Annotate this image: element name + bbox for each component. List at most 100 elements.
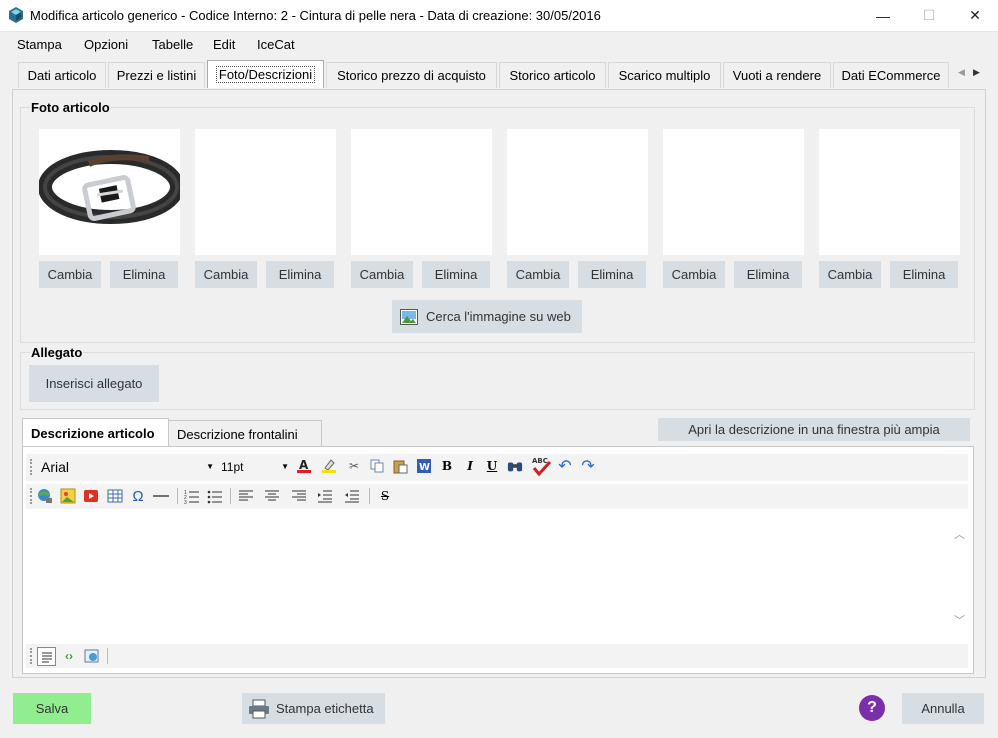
change-photo-6-button[interactable]: Cambia xyxy=(819,261,881,288)
unordered-list-icon[interactable] xyxy=(207,488,223,504)
ordered-list-icon[interactable]: 123 xyxy=(184,488,200,504)
chevron-down-icon: ▼ xyxy=(206,462,214,471)
minimize-button[interactable]: — xyxy=(860,0,906,31)
attachment-group xyxy=(20,352,975,410)
photo-slot-6[interactable] xyxy=(819,129,960,255)
underline-icon[interactable]: U xyxy=(484,458,500,474)
insert-link-icon[interactable] xyxy=(37,488,53,504)
align-left-icon[interactable] xyxy=(238,488,254,504)
tab-prev-icon[interactable]: ◀ xyxy=(958,67,965,78)
maximize-button[interactable]: ☐ xyxy=(906,0,952,31)
tab-foto-descrizioni[interactable]: Foto/Descrizioni xyxy=(207,60,324,88)
tab-descrizione-frontalini[interactable]: Descrizione frontalini xyxy=(168,420,322,448)
redo-icon[interactable]: ↷ xyxy=(580,458,596,475)
menu-stampa[interactable]: Stampa xyxy=(17,37,62,52)
undo-icon[interactable]: ↶ xyxy=(557,458,573,475)
html-mode-icon[interactable]: ‹› xyxy=(61,648,77,664)
menu-opzioni[interactable]: Opzioni xyxy=(84,37,128,52)
tab-storico-articolo[interactable]: Storico articolo xyxy=(499,62,606,88)
photo-slot-2[interactable] xyxy=(195,129,336,255)
font-color-icon[interactable]: A xyxy=(296,458,312,474)
preview-mode-icon[interactable] xyxy=(84,648,100,664)
cut-icon[interactable]: ✂ xyxy=(346,458,362,474)
toolbar-separator xyxy=(107,648,108,664)
change-photo-3-button[interactable]: Cambia xyxy=(351,261,413,288)
tab-dati-ecommerce[interactable]: Dati ECommerce xyxy=(833,62,949,88)
open-wide-description-button[interactable]: Apri la descrizione in una finestra più … xyxy=(658,418,970,441)
save-button[interactable]: Salva xyxy=(13,693,91,724)
align-right-icon[interactable] xyxy=(291,488,307,504)
align-center-icon[interactable] xyxy=(264,488,280,504)
menu-edit[interactable]: Edit xyxy=(213,37,235,52)
indent-icon[interactable] xyxy=(317,488,333,504)
delete-photo-4-button[interactable]: Elimina xyxy=(578,261,646,288)
find-icon[interactable] xyxy=(507,458,523,474)
toolbar-grip xyxy=(30,488,33,504)
chevron-down-icon: ▼ xyxy=(281,462,289,471)
paste-icon[interactable] xyxy=(392,458,408,474)
design-mode-icon[interactable] xyxy=(37,647,56,666)
tab-next-icon[interactable]: ▶ xyxy=(973,67,980,78)
paste-word-icon[interactable]: W xyxy=(416,458,432,474)
horizontal-rule-icon[interactable] xyxy=(153,488,169,504)
printer-icon xyxy=(249,699,269,718)
tab-vuoti-a-rendere[interactable]: Vuoti a rendere xyxy=(723,62,831,88)
menu-tabelle[interactable]: Tabelle xyxy=(152,37,193,52)
change-photo-1-button[interactable]: Cambia xyxy=(39,261,101,288)
menu-icecat[interactable]: IceCat xyxy=(257,37,295,52)
tab-label: Scarico multiplo xyxy=(618,68,711,83)
app-icon xyxy=(9,7,23,23)
toolbar-grip xyxy=(30,648,33,664)
insert-table-icon[interactable] xyxy=(107,488,123,504)
insert-video-icon[interactable] xyxy=(83,488,99,504)
delete-photo-6-button[interactable]: Elimina xyxy=(890,261,958,288)
print-label-text: Stampa etichetta xyxy=(276,701,374,716)
tab-scarico-multiplo[interactable]: Scarico multiplo xyxy=(608,62,721,88)
svg-text:W: W xyxy=(419,462,430,473)
toolbar-separator xyxy=(369,488,370,504)
description-editor[interactable] xyxy=(26,512,951,642)
bold-icon[interactable]: B xyxy=(439,458,455,474)
change-photo-2-button[interactable]: Cambia xyxy=(195,261,257,288)
photo-slot-3[interactable] xyxy=(351,129,492,255)
strikethrough-icon[interactable]: S xyxy=(377,488,393,504)
tab-storico-prezzo-acquisto[interactable]: Storico prezzo di acquisto xyxy=(326,62,497,88)
tab-prezzi-listini[interactable]: Prezzi e listini xyxy=(108,62,205,88)
insert-image-icon[interactable] xyxy=(60,488,76,504)
spellcheck-icon[interactable]: ABC xyxy=(532,456,552,476)
title-bar: Modifica articolo generico - Codice Inte… xyxy=(0,0,998,32)
delete-photo-1-button[interactable]: Elimina xyxy=(110,261,178,288)
tab-label: Storico articolo xyxy=(509,68,596,83)
tab-label: Dati ECommerce xyxy=(841,68,941,83)
copy-icon[interactable] xyxy=(369,458,385,474)
outdent-icon[interactable] xyxy=(344,488,360,504)
delete-photo-2-button[interactable]: Elimina xyxy=(266,261,334,288)
change-photo-4-button[interactable]: Cambia xyxy=(507,261,569,288)
tab-dati-articolo[interactable]: Dati articolo xyxy=(18,62,106,88)
window-title: Modifica articolo generico - Codice Inte… xyxy=(30,8,601,23)
photo-slot-1[interactable] xyxy=(38,129,184,255)
photo-slot-5[interactable] xyxy=(663,129,804,255)
special-char-icon[interactable]: Ω xyxy=(130,488,146,505)
help-icon[interactable]: ? xyxy=(859,695,885,721)
font-family-select[interactable]: Arial ▼ xyxy=(38,457,216,478)
print-label-button[interactable]: Stampa etichetta xyxy=(242,693,385,724)
cancel-button[interactable]: Annulla xyxy=(902,693,984,724)
highlight-color-icon[interactable] xyxy=(321,458,337,474)
font-size-value: 11pt xyxy=(221,460,244,474)
photo-slot-4[interactable] xyxy=(507,129,648,255)
search-image-web-button[interactable]: Cerca l'immagine su web xyxy=(392,300,582,333)
scroll-down-icon[interactable]: ﹀ xyxy=(954,612,965,628)
close-button[interactable]: ✕ xyxy=(952,0,998,31)
italic-icon[interactable]: I xyxy=(462,458,478,474)
tab-descrizione-articolo[interactable]: Descrizione articolo xyxy=(22,418,169,448)
delete-photo-3-button[interactable]: Elimina xyxy=(422,261,490,288)
scroll-up-icon[interactable]: ︿ xyxy=(954,526,965,542)
change-photo-5-button[interactable]: Cambia xyxy=(663,261,725,288)
insert-attachment-button[interactable]: Inserisci allegato xyxy=(29,365,159,402)
toolbar-grip xyxy=(30,459,33,475)
font-size-select[interactable]: 11pt ▼ xyxy=(219,457,291,478)
editor-scrollbar[interactable]: ︿ ﹀ xyxy=(951,512,968,642)
delete-photo-5-button[interactable]: Elimina xyxy=(734,261,802,288)
tab-label: Foto/Descrizioni xyxy=(215,66,316,83)
